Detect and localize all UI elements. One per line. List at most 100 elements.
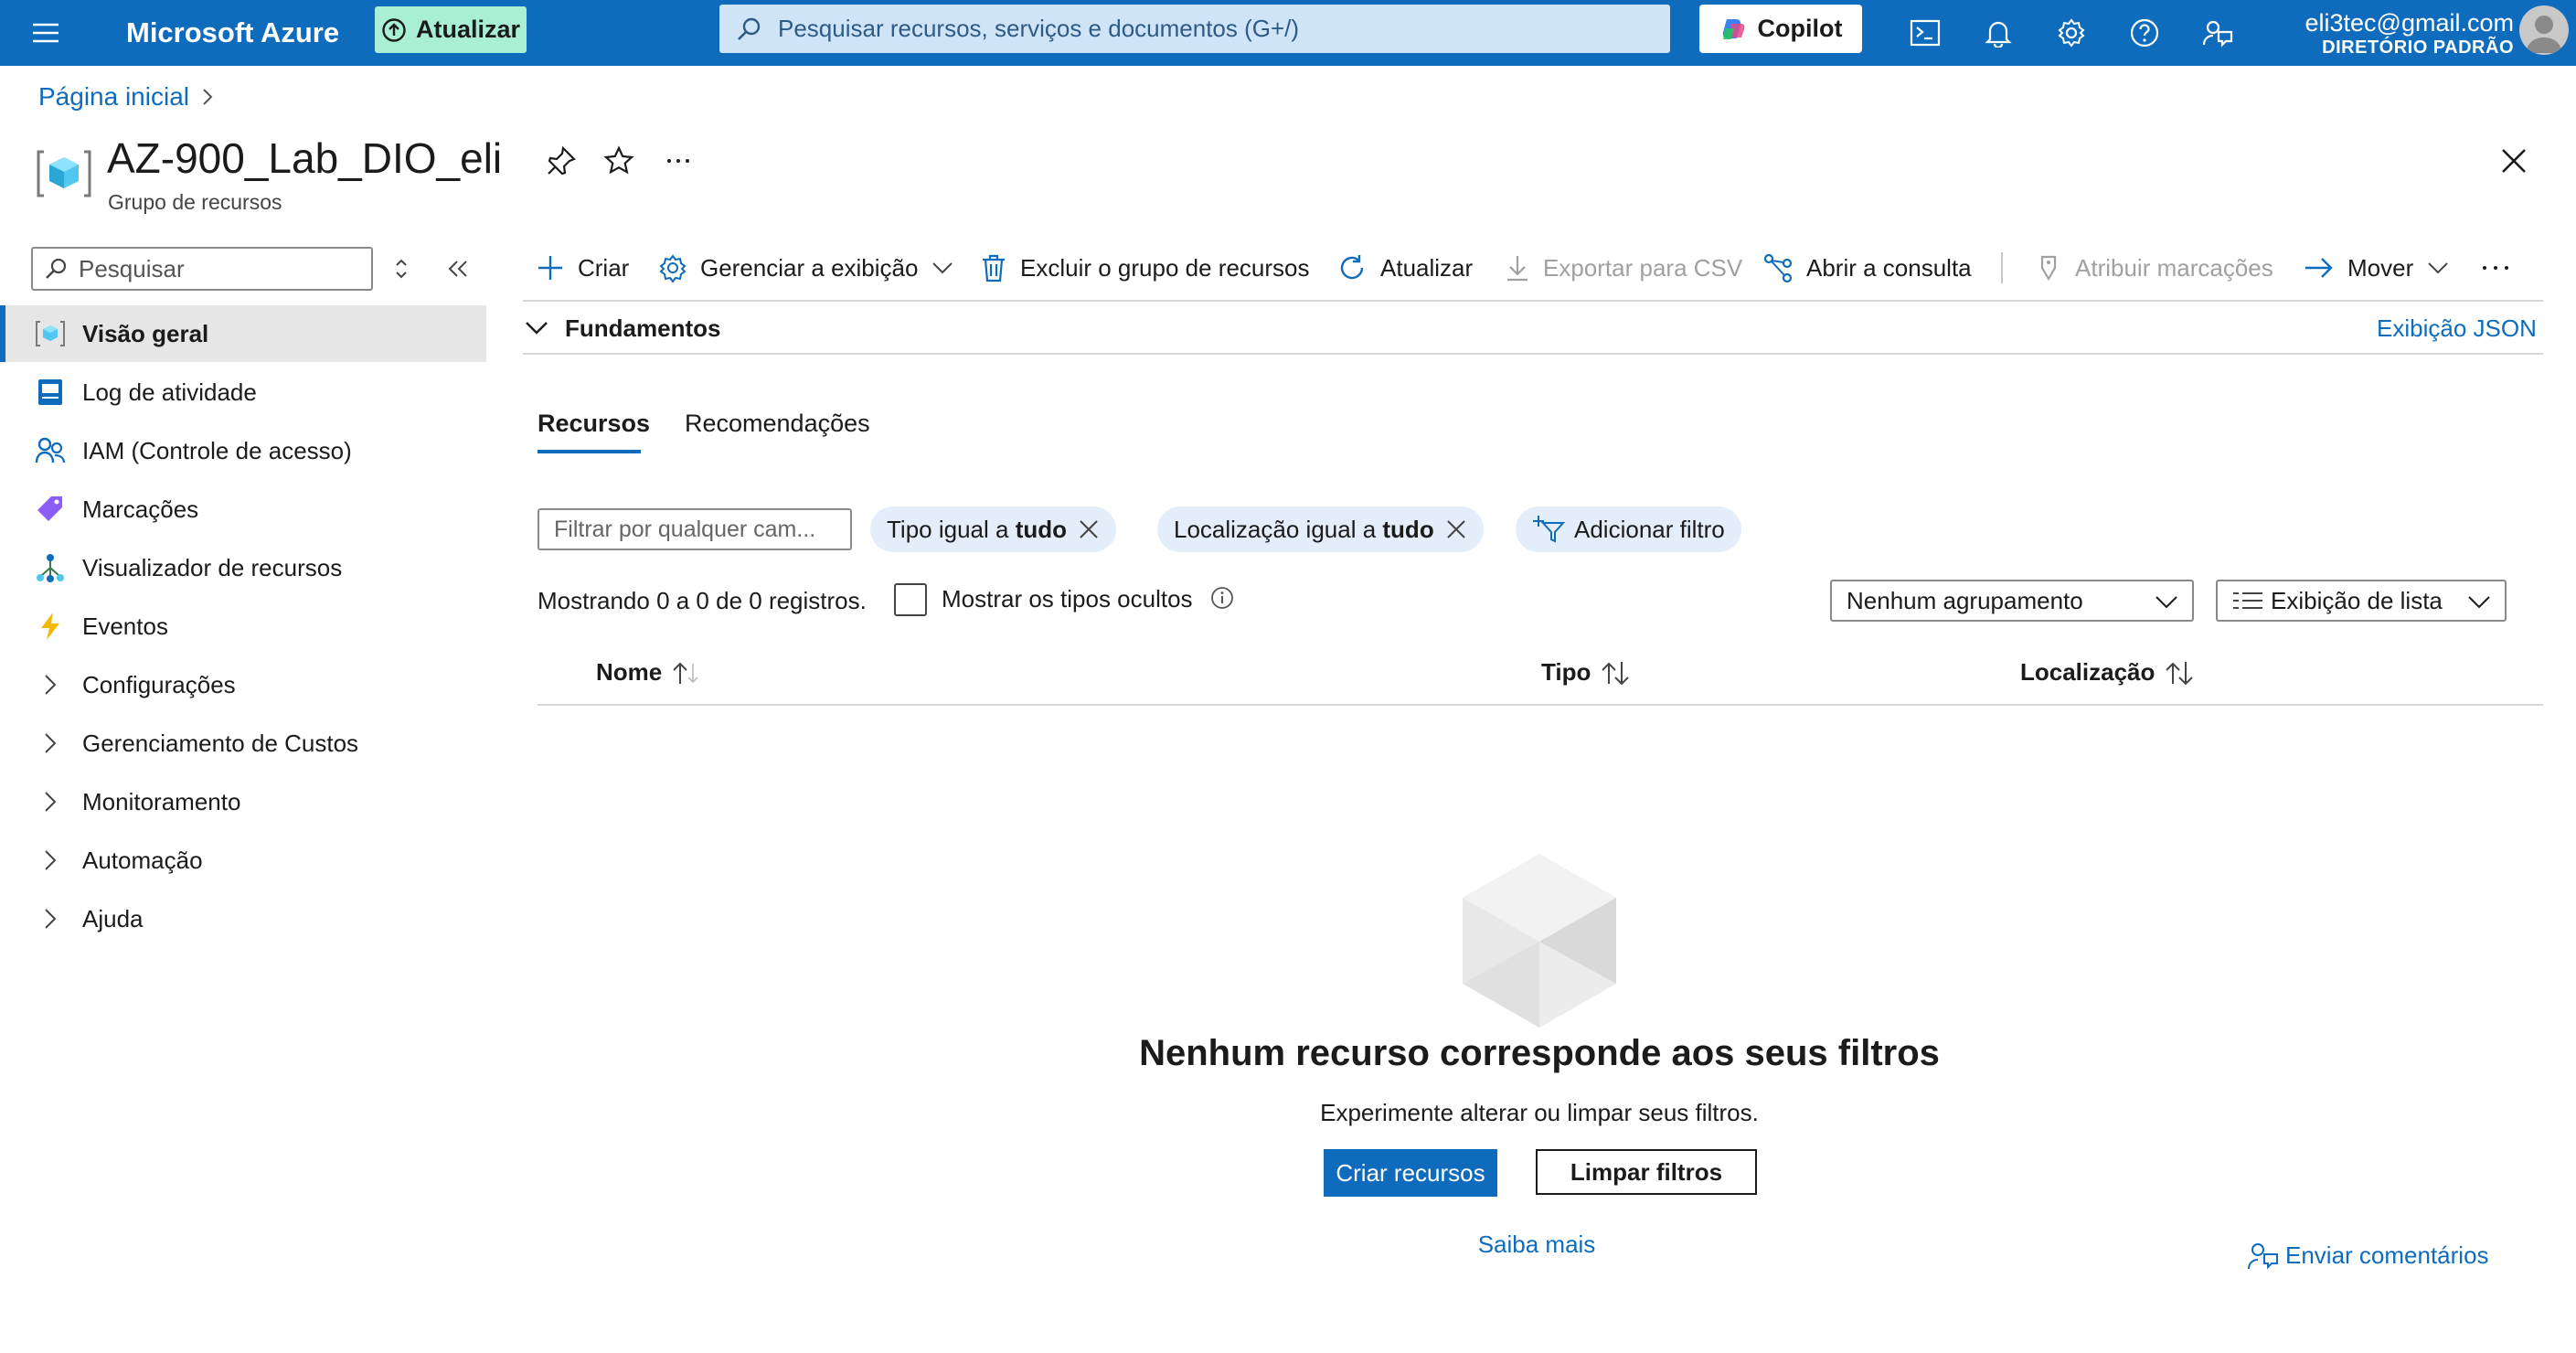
sidebar-search-input[interactable]: Pesquisar: [31, 247, 373, 291]
chevron-right-icon: [35, 903, 66, 934]
collapse-sidebar-icon[interactable]: [444, 256, 472, 282]
upload-circle-icon: [381, 17, 407, 43]
pin-icon[interactable]: [545, 144, 578, 177]
resource-visualizer-icon: [35, 552, 66, 583]
move-button[interactable]: Mover: [2304, 249, 2450, 287]
tab-recommendations[interactable]: Recomendações: [685, 410, 870, 438]
clear-filters-button[interactable]: Limpar filtros: [1536, 1149, 1757, 1195]
chevron-right-icon: [35, 669, 66, 700]
sidebar-item-activity-log[interactable]: Log de atividade: [0, 364, 486, 421]
location-filter-pill[interactable]: Localização igual a tudo: [1157, 506, 1484, 552]
menu-icon[interactable]: [20, 15, 71, 51]
send-feedback-link[interactable]: Enviar comentários: [2247, 1240, 2489, 1271]
type-filter-pill[interactable]: Tipo igual a tudo: [870, 506, 1116, 552]
view-select[interactable]: Exibição de lista: [2216, 580, 2507, 622]
filter-placeholder: Filtrar por qualquer cam...: [554, 516, 816, 542]
sidebar-item-events[interactable]: Eventos: [0, 598, 486, 655]
sidebar-item-label: Automação: [82, 846, 203, 874]
search-icon: [736, 16, 761, 42]
send-feedback-label: Enviar comentários: [2285, 1241, 2489, 1269]
sidebar-item-cost-management[interactable]: Gerenciamento de Custos: [0, 715, 486, 772]
grouping-select[interactable]: Nenhum agrupamento: [1830, 580, 2194, 622]
refresh-icon: [1336, 252, 1368, 283]
learn-more-link[interactable]: Saiba mais: [0, 1230, 2576, 1259]
sidebar-item-label: Marcações: [82, 495, 199, 523]
sort-icon: [2164, 659, 2195, 687]
sidebar-search-placeholder: Pesquisar: [79, 254, 185, 282]
open-query-button[interactable]: Abrir a consulta: [1762, 249, 1972, 287]
records-count: Mostrando 0 a 0 de 0 registros.: [538, 587, 867, 614]
refresh-button[interactable]: Atualizar: [1336, 249, 1473, 287]
location-filter-value: tudo: [1382, 515, 1434, 543]
sidebar-item-settings[interactable]: Configurações: [0, 656, 486, 713]
bell-icon[interactable]: [1976, 11, 2020, 55]
star-icon[interactable]: [602, 144, 635, 177]
plus-icon: [536, 253, 565, 282]
show-hidden-checkbox[interactable]: [894, 583, 927, 616]
create-button[interactable]: Criar: [536, 249, 629, 287]
type-filter-text: Tipo igual a tudo: [887, 516, 1067, 544]
column-header-type[interactable]: Tipo: [1541, 658, 1631, 687]
cloud-shell-icon[interactable]: [1903, 11, 1947, 55]
assign-tags-button[interactable]: Atribuir marcações: [2035, 249, 2273, 287]
close-icon[interactable]: [2496, 143, 2532, 179]
brand-title[interactable]: Microsoft Azure: [126, 11, 339, 55]
assign-tags-label: Atribuir marcações: [2075, 253, 2273, 282]
global-search-input[interactable]: Pesquisar recursos, serviços e documento…: [719, 5, 1670, 53]
chevron-down-icon[interactable]: [523, 314, 550, 342]
sidebar-item-iam[interactable]: IAM (Controle de acesso): [0, 422, 486, 479]
sidebar-item-help[interactable]: Ajuda: [0, 890, 486, 947]
sidebar-item-resource-visualizer[interactable]: Visualizador de recursos: [0, 539, 486, 596]
json-view-link[interactable]: Exibição JSON: [2377, 314, 2537, 343]
sidebar-item-automation[interactable]: Automação: [0, 832, 486, 889]
more-options-icon[interactable]: [662, 144, 695, 177]
close-icon[interactable]: [1078, 518, 1100, 540]
sort-toggle-icon[interactable]: [389, 256, 413, 282]
export-csv-button[interactable]: Exportar para CSV: [1505, 249, 1742, 287]
add-filter-label: Adicionar filtro: [1574, 515, 1725, 543]
sidebar-item-label: Eventos: [82, 612, 168, 640]
gear-icon[interactable]: [2049, 11, 2093, 55]
top-bar: Microsoft Azure Atualizar Pesquisar recu…: [0, 0, 2576, 66]
account-directory: DIRETÓRIO PADRÃO: [2322, 37, 2514, 58]
column-header-name[interactable]: Nome: [596, 658, 702, 687]
empty-state-subtitle: Experimente alterar ou limpar seus filtr…: [1320, 1099, 1759, 1126]
column-header-location[interactable]: Localização: [2020, 658, 2195, 687]
chevron-right-icon: [35, 845, 66, 876]
gear-icon: [658, 253, 687, 282]
create-resources-button[interactable]: Criar recursos: [1324, 1149, 1497, 1197]
delete-group-button[interactable]: Excluir o grupo de recursos: [980, 249, 1309, 287]
toolbar-more-icon[interactable]: [2479, 254, 2512, 282]
add-filter-button[interactable]: Adicionar filtro: [1516, 506, 1741, 552]
type-filter-value: tudo: [1015, 515, 1067, 543]
add-filter-icon: [1532, 514, 1565, 545]
filter-input[interactable]: Filtrar por qualquer cam...: [538, 508, 852, 550]
sidebar-item-tags[interactable]: Marcações: [0, 481, 486, 538]
grouping-value: Nenhum agrupamento: [1847, 586, 2083, 614]
chevron-right-icon: [35, 786, 66, 817]
show-hidden-label[interactable]: Mostrar os tipos ocultos: [942, 585, 1193, 613]
feedback-icon[interactable]: [2196, 11, 2240, 55]
close-icon[interactable]: [1445, 518, 1467, 540]
breadcrumb-home[interactable]: Página inicial: [38, 82, 189, 112]
manage-view-button[interactable]: Gerenciar a exibição: [658, 249, 954, 287]
export-csv-label: Exportar para CSV: [1543, 253, 1743, 282]
tag-icon: [2035, 253, 2062, 282]
sidebar-item-monitoring[interactable]: Monitoramento: [0, 773, 486, 830]
view-value: Exibição de lista: [2271, 586, 2443, 614]
essentials-divider: [523, 353, 2543, 355]
tab-resources[interactable]: Recursos: [538, 410, 650, 438]
refresh-label: Atualizar: [1380, 253, 1474, 282]
column-type-label: Tipo: [1541, 658, 1591, 686]
chevron-down-icon: [931, 261, 954, 275]
essentials-label[interactable]: Fundamentos: [565, 314, 720, 343]
account-info[interactable]: eli3tec@gmail.com DIRETÓRIO PADRÃO: [2267, 0, 2515, 66]
update-button[interactable]: Atualizar: [375, 6, 527, 53]
chevron-right-icon: [202, 88, 213, 106]
sidebar-item-overview[interactable]: Visão geral: [0, 305, 486, 362]
info-icon[interactable]: [1210, 586, 1234, 610]
help-icon[interactable]: [2123, 11, 2166, 55]
sidebar-item-label: Configurações: [82, 670, 236, 698]
copilot-button[interactable]: Copilot: [1699, 5, 1862, 53]
avatar[interactable]: [2519, 5, 2569, 55]
